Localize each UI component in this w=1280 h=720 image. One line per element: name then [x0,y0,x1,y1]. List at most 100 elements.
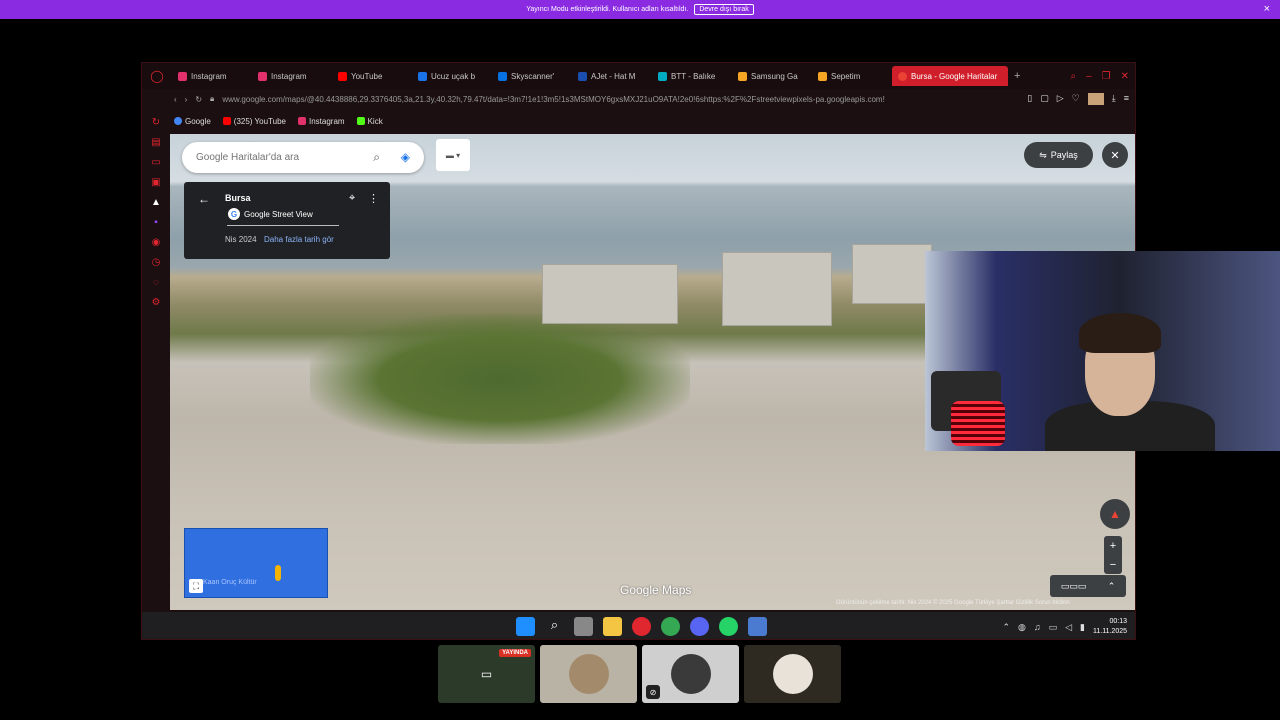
google-icon: G [228,208,240,220]
settings-icon[interactable]: ⚙ [152,297,161,308]
network-icon[interactable]: ◍ [1018,622,1026,633]
whatsapp-icon[interactable] [719,617,738,636]
tab-btt[interactable]: BTT - Balıke [652,66,732,86]
google-maps-watermark: Google Maps [620,583,692,597]
close-icon[interactable]: ✕ [1121,71,1129,82]
muted-mic-icon: ⊘ [646,685,660,699]
chrome-icon[interactable] [661,617,680,636]
close-street-view-button[interactable]: ✕ [1102,142,1128,168]
photo-thumbnails[interactable]: ▭▭▭ ⌃ [1050,575,1126,597]
tab-instagram-1[interactable]: Instagram [172,66,252,86]
menu-icon[interactable]: ≡ [1124,93,1129,105]
calculator-icon[interactable] [748,617,767,636]
tab-samsung[interactable]: Samsung Ga [732,66,812,86]
discord-icon[interactable] [690,617,709,636]
tab-youtube[interactable]: YouTube [332,66,412,86]
player-icon[interactable]: ◉ [152,237,161,248]
profile-avatar[interactable] [1087,93,1104,105]
clock[interactable]: 00:13 11.11.2025 [1093,617,1127,637]
location-pin-icon[interactable]: ⌖ [349,192,355,205]
reload-icon[interactable]: ↻ [195,95,202,104]
back-arrow-icon[interactable]: ← [198,192,210,206]
street-view-info-card: ← Bursa G Google Street View Nis 2024 Dah… [184,182,390,259]
chat-icon[interactable]: ◌ [153,277,159,288]
opera-icon[interactable] [632,617,651,636]
snapshot-icon[interactable]: ▢ [1040,93,1049,105]
expand-icon[interactable]: ⛶ [189,579,203,593]
share-button[interactable]: ⇋ Paylaş [1024,142,1093,168]
search-icon[interactable]: ⌕ [1070,71,1076,82]
start-icon[interactable] [516,617,535,636]
file-explorer-icon[interactable] [603,617,622,636]
disable-button[interactable]: Devre dışı bırak [694,4,754,15]
history-icon[interactable]: ◷ [152,257,161,268]
back-icon[interactable]: ‹ [174,95,177,104]
windows-taskbar: ⌕ ⌃ ◍ ♫ ▭ ◁ ▮ 00:13 11.11.2025 [142,612,1135,639]
aria-icon[interactable]: ▲ [151,197,161,208]
search-icon[interactable]: ⌕ [545,617,564,636]
minimap[interactable]: Kaan Oruç Kültür ⛶ [184,528,328,598]
bookmark-instagram[interactable]: Instagram [298,117,345,126]
zoom-out-icon[interactable]: − [1110,559,1116,571]
expand-up-icon[interactable]: ⌃ [1108,581,1116,592]
url-field[interactable]: www.google.com/maps/@40.4438886,29.33764… [222,95,982,104]
chevron-up-icon[interactable]: ⌃ [1002,622,1010,633]
concrete-block [722,252,832,326]
directions-icon[interactable]: ◈ [401,150,410,164]
battery-icon[interactable]: ▮ [1080,622,1085,633]
display-icon[interactable]: ▭ [1049,622,1058,633]
address-actions: ▯ ▢ ▷ ♡ ⤓ ≡ [1027,93,1135,105]
layers-button[interactable]: ▬ ▾ [436,139,470,171]
more-options-icon[interactable]: ⋮ [368,192,379,205]
zoom-in-icon[interactable]: + [1110,540,1116,552]
instagram-icon [298,117,306,125]
instagram-icon [258,71,267,81]
banner-close-icon[interactable]: × [1264,3,1270,15]
mic-icon[interactable]: ♫ [1034,622,1041,632]
forward-icon[interactable]: › [185,95,188,104]
heart-icon[interactable]: ♡ [1072,93,1080,105]
bookmark-icon[interactable]: ▯ [1027,93,1032,105]
shopping-icon[interactable]: ▤ [151,137,160,148]
participant-tile[interactable]: ⊘ [642,645,739,703]
streamer-mode-banner: Yayıncı Modu etkinleştirildi. Kullanıcı … [0,0,1280,19]
webcam-overlay [925,251,1280,451]
window-controls: ⌕ – ❐ ✕ [1070,71,1135,82]
tab-sepetim[interactable]: Sepetim [812,66,892,86]
skyscanner-icon [498,71,507,81]
news-icon[interactable]: ▭ [151,157,160,168]
lock-icon: 🔒︎ [210,94,215,103]
participant-tile[interactable] [744,645,841,703]
participant-tile[interactable] [540,645,637,703]
new-tab-icon[interactable]: + [1008,70,1026,82]
tab-flights[interactable]: Ucuz uçak b [412,66,492,86]
gx-control-icon[interactable]: ↻ [152,117,160,128]
tab-ajet[interactable]: AJet - Hat M [572,66,652,86]
volume-icon[interactable]: ◁ [1065,622,1072,633]
avatar [772,654,813,694]
compass-icon[interactable]: ▲ [1100,499,1130,529]
pegman-icon[interactable] [275,565,281,581]
google-icon [174,117,182,125]
minimap-label: Kaan Oruç Kültür [203,579,257,586]
tab-bar: ◯ Instagram Instagram YouTube Ucuz uçak … [142,63,1135,89]
tab-skyscanner[interactable]: Skyscanner' [492,66,572,86]
download-icon[interactable]: ⤓ [1112,93,1116,105]
search-icon[interactable]: ⌕ [373,150,380,165]
maps-search[interactable]: ⌕ ◈ [182,142,424,173]
minimize-icon[interactable]: – [1086,71,1092,82]
bookmark-google[interactable]: Google [174,117,211,126]
task-view-icon[interactable] [574,617,593,636]
participant-screen-share[interactable]: YAYINDA ▭ [438,645,535,703]
tab-google-maps[interactable]: Bursa - Google Haritalar [892,66,1008,86]
messenger-icon[interactable]: ▣ [151,177,160,188]
play-icon[interactable]: ▷ [1057,93,1064,105]
opera-logo-icon[interactable]: ◯ [142,69,172,83]
twitch-icon[interactable]: ▪ [154,217,158,228]
more-dates-link[interactable]: Daha fazla tarih gör [264,235,334,244]
search-input[interactable] [196,152,366,163]
bookmark-kick[interactable]: Kick [356,117,383,126]
bookmark-youtube[interactable]: (325) YouTube [222,117,286,126]
restore-icon[interactable]: ❐ [1102,71,1111,82]
tab-instagram-2[interactable]: Instagram [252,66,332,86]
